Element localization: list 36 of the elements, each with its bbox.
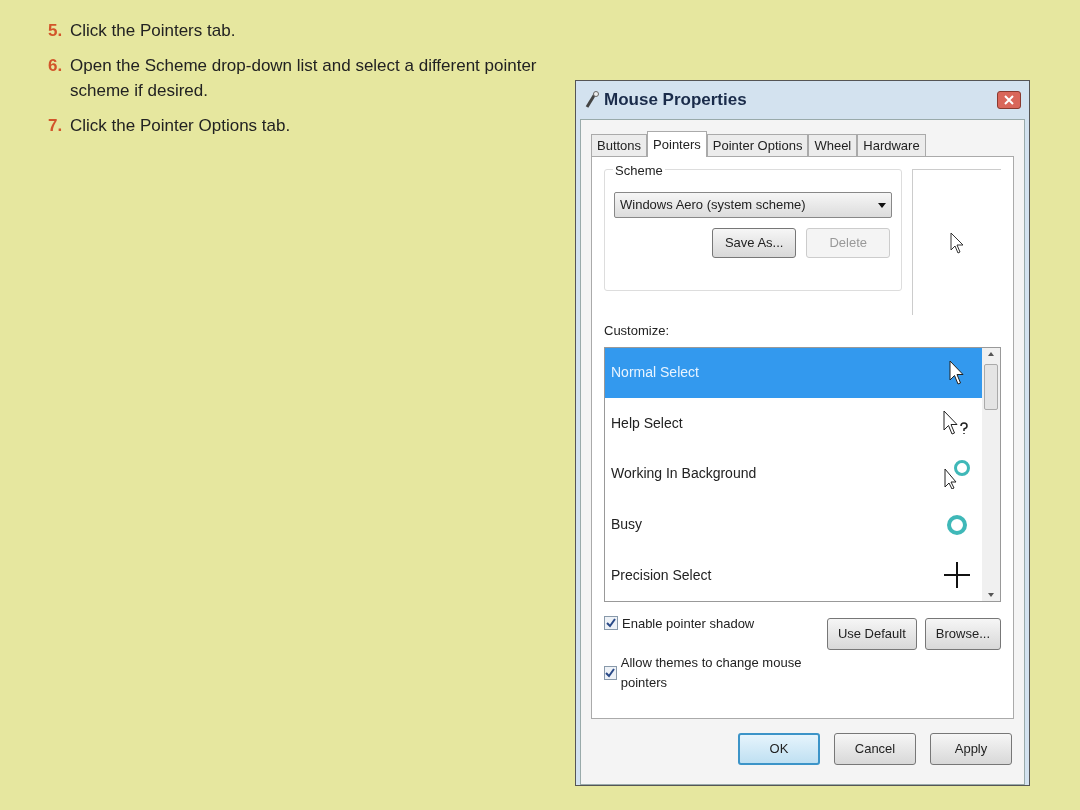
- dropdown-arrow-icon: [878, 202, 887, 208]
- step-number: 5.: [48, 20, 64, 42]
- busy-ring-icon: [946, 513, 968, 536]
- close-button[interactable]: [997, 91, 1021, 109]
- busy-pointer-icon: [943, 459, 971, 489]
- scroll-up-icon[interactable]: [988, 351, 994, 356]
- tab[interactable]: Wheel: [808, 134, 858, 156]
- button[interactable]: Use Default: [826, 617, 917, 650]
- arrow-pointer-icon: [950, 231, 965, 254]
- button[interactable]: Save As...: [712, 228, 797, 258]
- step-number: 7.: [48, 115, 64, 137]
- customize-label: Customize:: [604, 322, 671, 340]
- checkbox-label: Enable pointer shadow: [622, 614, 755, 633]
- tab[interactable]: Hardware: [857, 134, 926, 156]
- step-number: 6.: [48, 55, 64, 77]
- tab[interactable]: Buttons: [591, 134, 648, 156]
- close-icon: [1004, 95, 1014, 105]
- scroll-thumb[interactable]: [984, 363, 998, 410]
- tab[interactable]: Pointers: [647, 131, 707, 157]
- arrow-pointer-icon: [949, 359, 965, 386]
- button[interactable]: Browse...: [924, 617, 1001, 650]
- step-text: Open the Scheme drop-down list and select a different pointer scheme if desired.: [70, 55, 538, 102]
- step-text: Click the Pointers tab.: [70, 20, 237, 42]
- button[interactable]: Cancel: [834, 733, 916, 765]
- checkbox[interactable]: [604, 665, 617, 680]
- scroll-down-icon[interactable]: [988, 592, 994, 597]
- button[interactable]: OK: [738, 733, 820, 765]
- help-pointer-icon: [943, 410, 971, 437]
- checkbox[interactable]: [604, 616, 618, 631]
- tab[interactable]: Pointer Options: [706, 134, 809, 156]
- scheme-dropdown[interactable]: Windows Aero (system scheme): [614, 192, 893, 218]
- button[interactable]: Apply: [930, 733, 1012, 765]
- step-text: Click the Pointer Options tab.: [70, 115, 292, 137]
- checkbox-label: Allow themes to change mouse pointers: [620, 654, 803, 692]
- window-title: Mouse Properties: [604, 89, 747, 112]
- crosshair-icon: [944, 562, 970, 589]
